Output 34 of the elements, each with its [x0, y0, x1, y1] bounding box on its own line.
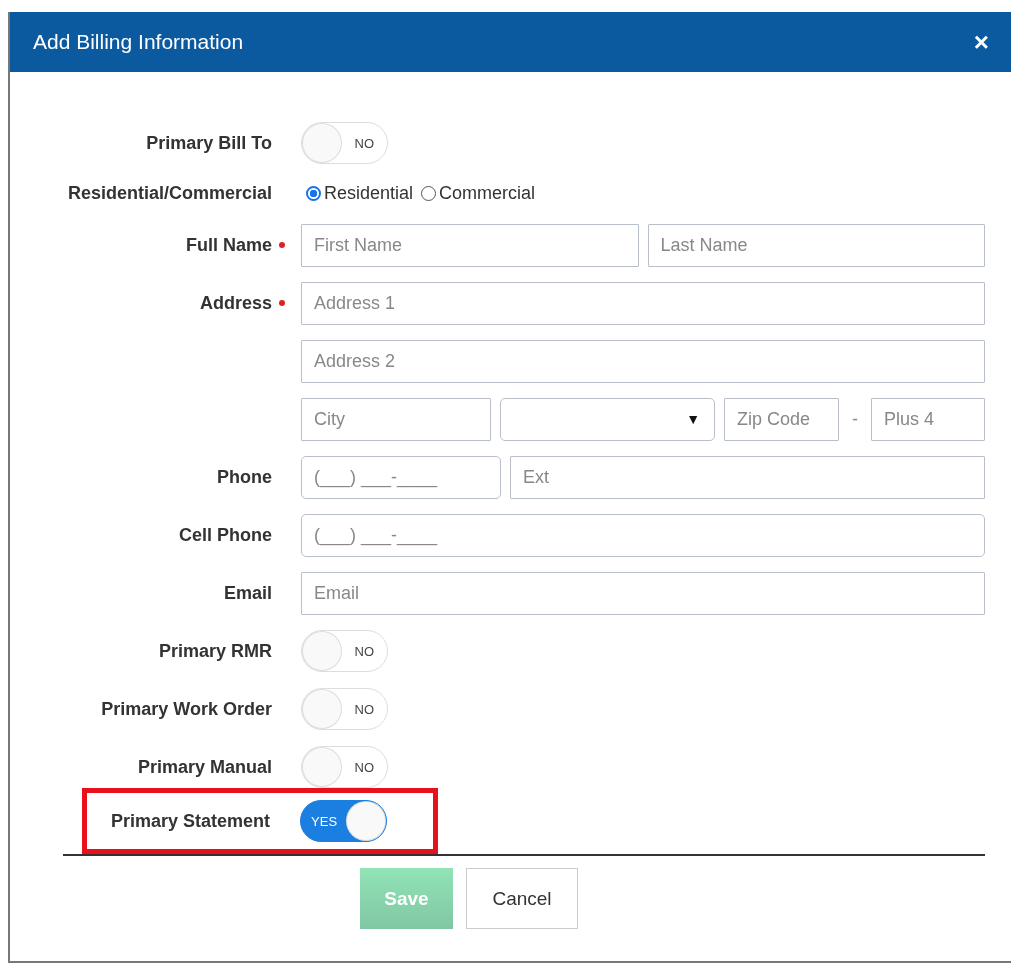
- close-button[interactable]: ×: [973, 26, 989, 58]
- input-field[interactable]: Last Name: [647, 223, 985, 267]
- input-field[interactable]: Plus 4: [871, 397, 985, 441]
- radio-option[interactable]: Residential: [306, 182, 414, 204]
- cancel-button[interactable]: Cancel: [466, 868, 578, 929]
- field-label: Primary RMR: [158, 640, 272, 662]
- phone-field[interactable]: (___) ___-____: [301, 513, 985, 557]
- toggle-switch[interactable]: NO: [301, 746, 388, 788]
- input-field[interactable]: City: [301, 397, 491, 441]
- separator: -: [851, 408, 859, 430]
- toggle-switch[interactable]: NO: [301, 688, 388, 730]
- field-label: Primary Statement: [111, 810, 271, 832]
- field-label: Phone: [217, 466, 272, 488]
- radio-option[interactable]: Commercial: [421, 182, 536, 204]
- field-label: Primary Bill To: [146, 132, 272, 154]
- input-field[interactable]: Ext: [510, 455, 985, 499]
- input-field[interactable]: Zip Code: [724, 397, 839, 441]
- dialog-title: Add Billing Information: [33, 30, 244, 54]
- field-label: Residential/Commercial: [67, 182, 272, 204]
- field-label: Primary Manual: [137, 756, 272, 778]
- field-label: Primary Work Order: [101, 698, 272, 720]
- field-label: Address: [199, 292, 272, 314]
- field-label: Full Name: [185, 234, 272, 256]
- input-field[interactable]: Address 1: [301, 281, 985, 325]
- toggle-switch[interactable]: YES: [300, 800, 388, 842]
- field-label: Cell Phone: [179, 524, 272, 546]
- toggle-switch[interactable]: NO: [301, 122, 388, 164]
- input-field[interactable]: Address 2: [301, 339, 985, 383]
- phone-field[interactable]: (___) ___-____: [301, 455, 501, 499]
- state-select[interactable]: ▼: [500, 397, 715, 441]
- field-label: Email: [223, 582, 272, 604]
- input-field[interactable]: First Name: [301, 223, 639, 267]
- input-field[interactable]: Email: [301, 571, 985, 615]
- toggle-switch[interactable]: NO: [301, 630, 388, 672]
